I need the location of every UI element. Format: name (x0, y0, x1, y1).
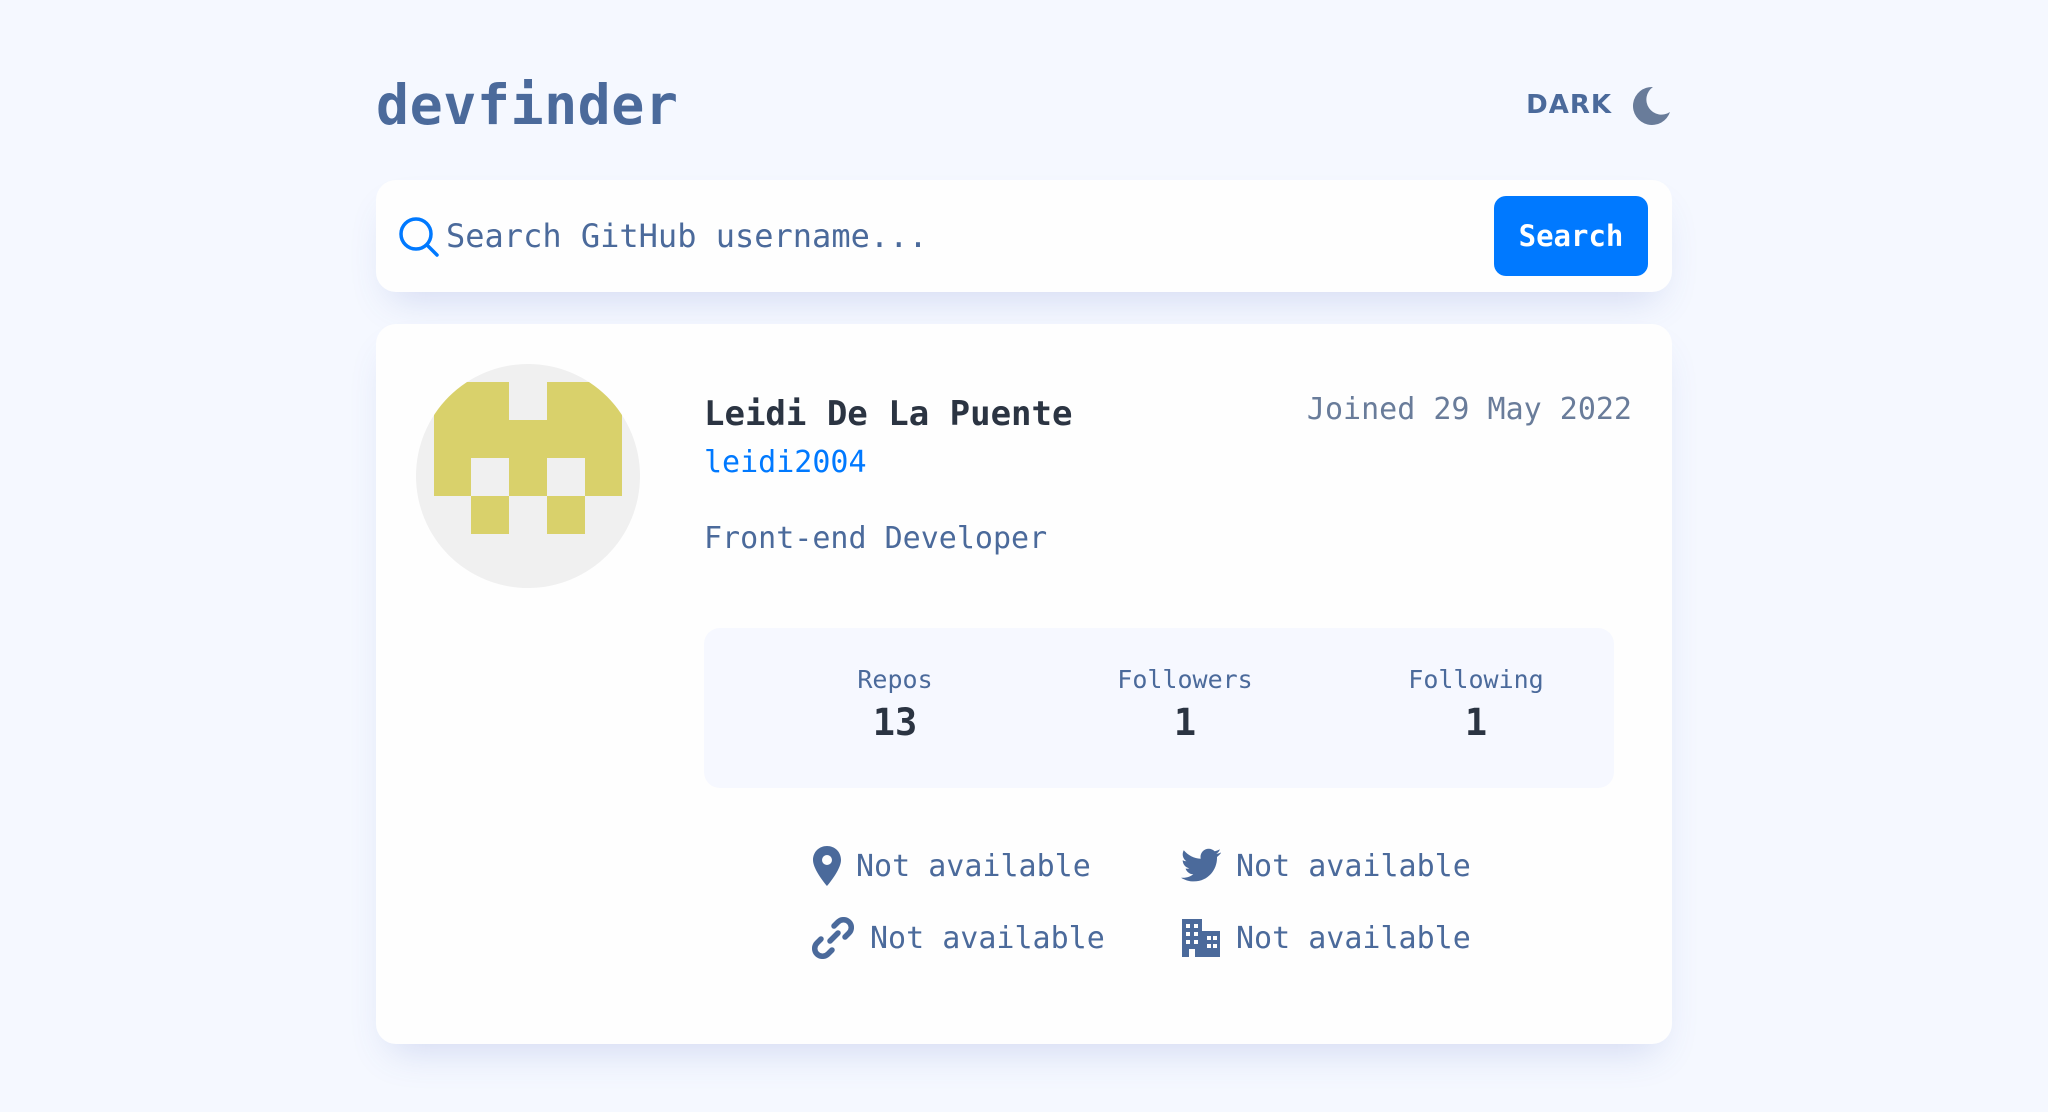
location-icon (813, 846, 841, 886)
link-text: Not available (1236, 848, 1471, 884)
link-twitter[interactable]: Not available (1180, 844, 1471, 888)
stat-repos: Repos 13 (745, 662, 1045, 748)
stat-label: Repos (857, 665, 933, 694)
header: devfinder DARK (376, 70, 1672, 140)
stat-value: 13 (872, 701, 918, 744)
link-location: Not available (812, 844, 1091, 888)
search-icon (399, 217, 439, 257)
link-text: Not available (856, 848, 1091, 884)
link-text: Not available (870, 920, 1105, 956)
search-bar: Search (376, 180, 1672, 292)
link-text: Not available (1236, 920, 1471, 956)
profile-login-link[interactable]: leidi2004 (704, 442, 867, 484)
search-input[interactable] (446, 206, 1246, 266)
twitter-icon (1181, 848, 1221, 882)
stat-value: 1 (1173, 701, 1197, 744)
profile-bio: Front-end Developer (704, 521, 1048, 556)
theme-toggle-label: DARK (1526, 90, 1612, 120)
company-icon (1182, 919, 1220, 957)
profile-name: Leidi De La Puente (704, 394, 1073, 434)
stats-panel: Repos 13 Followers 1 Following 1 (704, 628, 1614, 788)
profile-links: Not available Not available Not availabl… (704, 844, 1614, 994)
search-button[interactable]: Search (1494, 196, 1648, 276)
stat-label: Followers (1117, 665, 1253, 694)
link-blog[interactable]: Not available (812, 916, 1105, 960)
avatar (416, 364, 640, 588)
joined-date: Joined 29 May 2022 (1306, 392, 1632, 427)
stat-label: Following (1408, 665, 1544, 694)
stat-following: Following 1 (1326, 662, 1626, 748)
link-company: Not available (1180, 916, 1471, 960)
profile-card: Leidi De La Puente Joined 29 May 2022 le… (376, 324, 1672, 1044)
stat-value: 1 (1464, 701, 1488, 744)
moon-icon (1632, 86, 1670, 125)
theme-toggle[interactable]: DARK (1526, 80, 1672, 130)
link-icon (812, 917, 854, 959)
stat-followers: Followers 1 (1035, 662, 1335, 748)
app-logo: devfinder (376, 73, 679, 137)
